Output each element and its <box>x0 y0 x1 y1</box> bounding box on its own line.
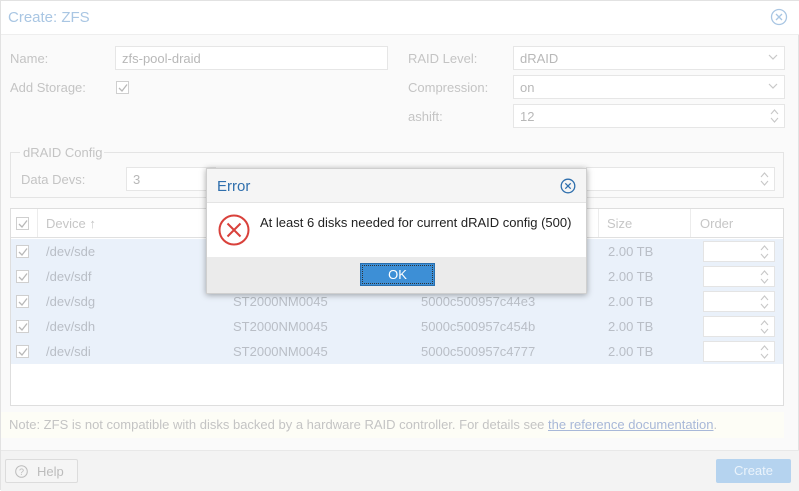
error-message: At least 6 disks needed for current dRAI… <box>260 215 572 230</box>
error-dialog-footer: OK <box>207 257 586 293</box>
close-icon[interactable] <box>560 178 576 194</box>
error-dialog: Error At least 6 disks needed for curren… <box>206 168 587 294</box>
error-dialog-header: Error <box>207 169 586 203</box>
error-dialog-title: Error <box>217 178 251 195</box>
ok-button[interactable]: OK <box>360 263 435 286</box>
error-dialog-body: At least 6 disks needed for current dRAI… <box>207 204 586 257</box>
error-icon <box>218 214 250 246</box>
